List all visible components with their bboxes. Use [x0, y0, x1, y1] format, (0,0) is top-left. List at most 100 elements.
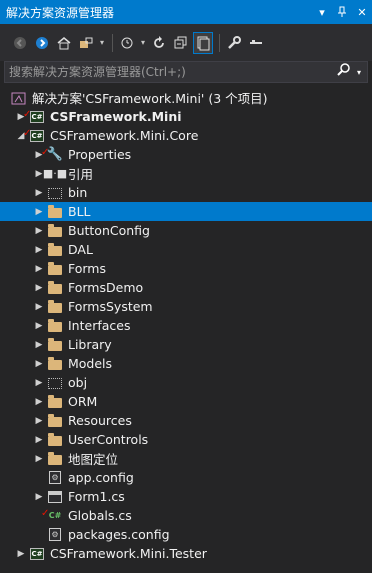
node-label: Interfaces	[68, 318, 131, 333]
node-label: ButtonConfig	[68, 223, 150, 238]
preview-icon[interactable]	[246, 32, 266, 54]
panel-title: 解决方案资源管理器	[6, 5, 115, 20]
tree-node-folder[interactable]: ▶ Forms	[0, 259, 372, 278]
node-label: FormsSystem	[68, 299, 153, 314]
project-label: CSFramework.Mini.Core	[50, 128, 199, 143]
tree-node-project[interactable]: ▶ C# CSFramework.Mini.Tester	[0, 544, 372, 563]
expand-arrow-icon[interactable]: ▶	[32, 397, 46, 407]
config-file-icon: ⚙	[46, 527, 64, 543]
csharp-project-icon: ✓ C#	[23, 108, 44, 123]
collapse-all-icon[interactable]	[171, 32, 191, 54]
switch-views-icon[interactable]	[76, 32, 96, 54]
solution-label: 解决方案'CSFramework.Mini' (3 个项目)	[32, 91, 268, 106]
tree-node-folder[interactable]: ▶ FormsSystem	[0, 297, 372, 316]
expand-arrow-icon[interactable]: ▶	[32, 283, 46, 293]
tree-node-project[interactable]: ▶ ✓ C# CSFramework.Mini	[0, 107, 372, 126]
expand-arrow-icon[interactable]: ▶	[14, 549, 28, 559]
expand-arrow-icon[interactable]: ▶	[32, 207, 46, 217]
show-all-files-icon[interactable]	[193, 31, 213, 54]
tree-node-folder[interactable]: ▶ Resources	[0, 411, 372, 430]
node-label: FormsDemo	[68, 280, 144, 295]
checkout-icon: ✓	[41, 507, 50, 519]
folder-icon	[46, 299, 64, 315]
references-icon: ■·■	[42, 167, 68, 180]
tree-node-file[interactable]: ▶ Form1.cs	[0, 487, 372, 506]
pending-changes-icon[interactable]	[117, 32, 137, 54]
tree-node-folder[interactable]: ▶ ORM	[0, 392, 372, 411]
folder-icon	[46, 356, 64, 372]
tree-node-file[interactable]: ⚙ app.config	[0, 468, 372, 487]
expand-arrow-icon[interactable]: ▶	[32, 359, 46, 369]
tree-node-folder[interactable]: ▶ FormsDemo	[0, 278, 372, 297]
forward-icon[interactable]	[32, 32, 52, 54]
back-icon[interactable]	[10, 32, 30, 54]
expand-arrow-icon[interactable]: ▶	[32, 188, 46, 198]
node-label: app.config	[68, 470, 134, 485]
folder-icon	[46, 451, 64, 467]
node-label: Globals.cs	[68, 508, 132, 523]
tree-node-folder-selected[interactable]: ▶ BLL	[0, 202, 372, 221]
expand-arrow-icon[interactable]: ▶	[32, 435, 46, 445]
tree-node-folder[interactable]: ▶ ButtonConfig	[0, 221, 372, 240]
tree-node-file[interactable]: ⚙ packages.config	[0, 525, 372, 544]
pin-icon[interactable]	[332, 2, 352, 22]
chevron-down-icon[interactable]: ▾	[139, 32, 147, 54]
toolbar-separator	[112, 33, 113, 52]
expand-arrow-icon[interactable]: ▶	[32, 492, 46, 502]
search-box[interactable]: ▾	[4, 61, 368, 83]
dropdown-icon[interactable]: ▾	[312, 2, 332, 22]
close-icon[interactable]: ✕	[352, 2, 372, 22]
project-label: CSFramework.Mini	[50, 109, 182, 124]
search-input[interactable]	[5, 62, 331, 82]
hidden-folder-icon	[46, 185, 64, 201]
node-label: UserControls	[68, 432, 149, 447]
folder-icon	[46, 337, 64, 353]
expand-arrow-icon[interactable]: ▶	[32, 302, 46, 312]
chevron-down-icon[interactable]: ▾	[98, 32, 106, 54]
tree-node-folder[interactable]: ▶ bin	[0, 183, 372, 202]
node-label: DAL	[68, 242, 93, 257]
properties-icon[interactable]	[224, 32, 244, 54]
tree-node-properties[interactable]: ▶ ✓ 🔧 Properties	[0, 145, 372, 164]
expand-arrow-icon[interactable]: ▶	[32, 245, 46, 255]
expand-arrow-icon[interactable]: ▶	[32, 340, 46, 350]
tree-node-project[interactable]: ◢ ✓ C# CSFramework.Mini.Core	[0, 126, 372, 145]
tree-node-folder[interactable]: ▶ obj	[0, 373, 372, 392]
node-label: Form1.cs	[68, 489, 125, 504]
tree-node-references[interactable]: ▶ ■·■ 引用	[0, 164, 372, 183]
folder-icon	[46, 204, 64, 220]
node-label: Models	[68, 356, 113, 371]
folder-icon	[46, 261, 64, 277]
solution-tree: 解决方案'CSFramework.Mini' (3 个项目) ▶ ✓ C# CSF…	[0, 88, 372, 563]
hidden-folder-icon	[46, 375, 64, 391]
config-file-icon: ⚙	[46, 470, 64, 486]
form-file-icon	[46, 489, 64, 505]
tree-node-file[interactable]: ✓ C# Globals.cs	[0, 506, 372, 525]
home-icon[interactable]	[54, 32, 74, 54]
wrench-icon: ✓ 🔧	[41, 146, 64, 163]
tree-node-folder[interactable]: ▶ Library	[0, 335, 372, 354]
node-label: obj	[68, 375, 88, 390]
solution-node[interactable]: 解决方案'CSFramework.Mini' (3 个项目)	[0, 88, 372, 107]
tree-node-folder[interactable]: ▶ UserControls	[0, 430, 372, 449]
expand-arrow-icon[interactable]: ▶	[32, 378, 46, 388]
tree-node-folder[interactable]: ▶ DAL	[0, 240, 372, 259]
expand-arrow-icon[interactable]: ▶	[32, 321, 46, 331]
tree-node-folder[interactable]: ▶ Models	[0, 354, 372, 373]
expand-arrow-icon[interactable]: ▶	[32, 226, 46, 236]
checkout-icon: ✓	[41, 146, 50, 158]
expand-arrow-icon[interactable]: ▶	[32, 264, 46, 274]
node-label: packages.config	[68, 527, 170, 542]
checkout-icon: ✓	[23, 108, 32, 120]
toolbar: ▾ ▾	[0, 24, 372, 61]
node-label: BLL	[68, 204, 91, 219]
tree-node-folder[interactable]: ▶ Interfaces	[0, 316, 372, 335]
toolbar-separator	[219, 33, 220, 52]
tree-node-folder[interactable]: ▶ 地图定位	[0, 449, 372, 468]
expand-arrow-icon[interactable]: ▶	[32, 416, 46, 426]
search-options-icon[interactable]: ▾	[357, 68, 367, 77]
expand-arrow-icon[interactable]: ▶	[32, 454, 46, 464]
title-bar: 解决方案资源管理器 ▾ ✕	[0, 0, 372, 24]
search-icon[interactable]	[331, 63, 357, 81]
refresh-icon[interactable]	[149, 32, 169, 54]
